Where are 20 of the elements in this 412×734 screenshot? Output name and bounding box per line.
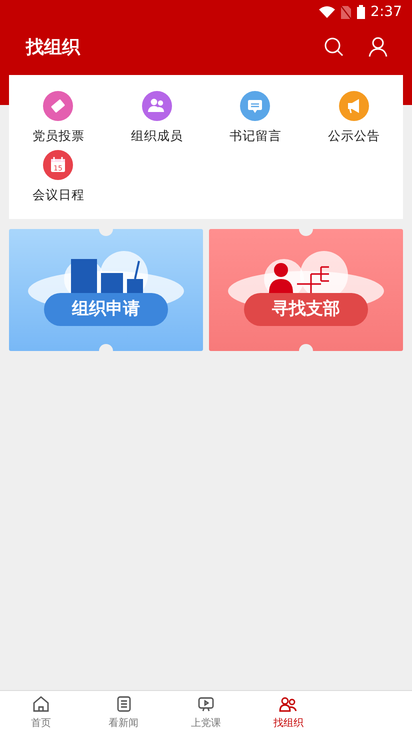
no-sim-icon <box>340 6 351 18</box>
nav-tab[interactable]: 看新闻 <box>82 691 165 734</box>
wifi-icon <box>318 6 335 18</box>
banner-card[interactable]: 组织申请 <box>9 228 203 350</box>
user-icon[interactable] <box>368 37 388 57</box>
banner-label: 组织申请 <box>44 292 168 326</box>
nav-tab[interactable]: 首页 <box>0 691 82 734</box>
banner-label: 寻找支部 <box>244 292 368 326</box>
search-icon[interactable] <box>324 37 344 57</box>
status-time: 2:37 <box>370 2 402 22</box>
battery-icon <box>356 5 365 19</box>
banner-card[interactable]: 寻找支部 <box>209 228 403 350</box>
nav-tab[interactable]: 上党课 <box>164 691 248 734</box>
home-icon <box>31 694 52 714</box>
shortcut-button[interactable]: 公示公告 <box>304 91 403 146</box>
shortcut-button[interactable]: 书记留言 <box>206 91 304 146</box>
page-title: 找组织 <box>26 36 80 60</box>
nav-tab[interactable]: 找组织 <box>247 691 330 734</box>
shortcut-button[interactable]: 党员投票 <box>9 91 108 146</box>
shortcut-button[interactable]: 组织成员 <box>108 91 206 146</box>
